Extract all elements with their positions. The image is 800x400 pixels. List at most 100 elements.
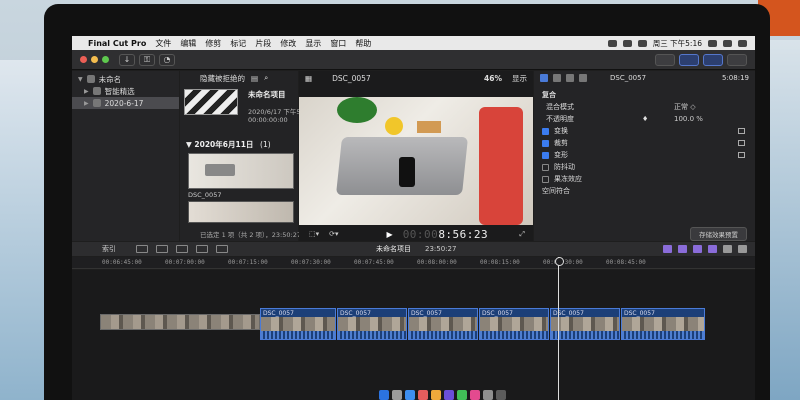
blend-mode-dropdown[interactable]: 正常 ◇	[674, 102, 696, 112]
index-button[interactable]: 索引	[102, 244, 116, 254]
search-icon[interactable]	[708, 39, 717, 47]
show-browser-toggle[interactable]	[655, 53, 675, 66]
show-timeline-toggle[interactable]	[679, 53, 699, 66]
audio-skimming-icon[interactable]	[678, 245, 687, 253]
opacity-value[interactable]: 100.0 %	[674, 115, 703, 123]
close-window-button[interactable]	[80, 56, 87, 63]
clip-thumbnail-second[interactable]	[188, 201, 294, 223]
background-tasks-icon[interactable]: ◔	[159, 53, 175, 66]
skimming-icon[interactable]	[663, 245, 672, 253]
playhead[interactable]	[555, 257, 564, 400]
photos-icon[interactable]	[417, 390, 428, 400]
inspector-row-opacity[interactable]: 不透明度 ♦ 100.0 %	[534, 113, 755, 125]
timeline-clip-selected[interactable]: DSC_0057	[408, 308, 478, 340]
final-cut-icon[interactable]	[443, 390, 454, 400]
fullscreen-icon[interactable]: ⤢	[519, 230, 525, 239]
menu-item-window[interactable]: 窗口	[330, 38, 346, 49]
overwrite-clip-icon[interactable]	[196, 245, 208, 253]
timeline-clip-selected[interactable]: DSC_0057	[550, 308, 620, 340]
menu-item-mark[interactable]: 标记	[230, 38, 246, 49]
video-frame[interactable]	[299, 97, 533, 225]
inspector-row-compositing[interactable]: 复合	[534, 89, 755, 101]
app-menu[interactable]: Final Cut Pro	[88, 39, 146, 48]
trash-icon[interactable]	[495, 390, 506, 400]
control-center-icon[interactable]	[738, 39, 747, 47]
headphones-icon[interactable]	[723, 245, 732, 253]
messages-icon[interactable]	[456, 390, 467, 400]
minimize-window-button[interactable]	[91, 56, 98, 63]
timeline-clip-selected[interactable]: DSC_0057	[337, 308, 407, 340]
audio-inspector-icon[interactable]	[566, 74, 574, 82]
clip-thumbnail[interactable]	[188, 153, 294, 189]
project-thumbnail[interactable]	[184, 89, 238, 115]
menu-item-edit[interactable]: 编辑	[180, 38, 196, 49]
inspector-row-distort[interactable]: 变形	[534, 149, 755, 161]
battery-icon[interactable]	[637, 39, 647, 47]
show-inspector-toggle[interactable]	[703, 53, 723, 66]
library-row[interactable]: ▼ 未命名	[72, 73, 179, 85]
keywords-icon[interactable]: ⚿	[139, 53, 155, 66]
solo-icon[interactable]	[693, 245, 702, 253]
airplay-icon[interactable]	[622, 39, 632, 47]
clip-appearance-icon[interactable]	[738, 245, 747, 253]
launchpad-icon[interactable]	[391, 390, 402, 400]
timeline-clip-selected[interactable]: DSC_0057	[479, 308, 549, 340]
info-inspector-icon[interactable]	[579, 74, 587, 82]
project-title[interactable]: 未命名项目	[248, 89, 286, 100]
zoom-dropdown[interactable]: 46%	[484, 74, 502, 83]
display-dropdown[interactable]: 显示	[512, 73, 527, 84]
timeline-clip-selected[interactable]: DSC_0057	[260, 308, 336, 340]
keyframe-icon[interactable]: ♦	[642, 115, 648, 123]
timecode-display[interactable]: 00:008:56:23	[403, 228, 488, 241]
menu-item-help[interactable]: 帮助	[355, 38, 371, 49]
safari-icon[interactable]	[404, 390, 415, 400]
menu-item-clip[interactable]: 片段	[255, 38, 271, 49]
stabilization-checkbox[interactable]	[542, 163, 549, 171]
menubar-clock[interactable]: 周三 下午5:16	[653, 38, 702, 49]
crop-checkbox[interactable]	[542, 139, 549, 147]
speed-tool-icon[interactable]: ⟳▾	[329, 230, 338, 238]
clip-appearance-icon[interactable]: ▤	[251, 74, 258, 83]
timeline-clip-selected[interactable]: DSC_0057	[621, 308, 705, 340]
clip-filter-dropdown[interactable]: 隐藏被拒绝的	[200, 73, 245, 84]
inspector-row-rolling-shutter[interactable]: 果冻效应	[534, 173, 755, 185]
transform-checkbox[interactable]	[542, 127, 549, 135]
timeline-area[interactable]: DSC_0057 DSC_0057 DSC_0057 DSC_0057 DSC_…	[72, 257, 755, 400]
snapping-icon[interactable]	[708, 245, 717, 253]
connect-clip-icon[interactable]	[136, 245, 148, 253]
disclosure-triangle-icon[interactable]: ▶	[84, 100, 89, 107]
insert-clip-icon[interactable]	[156, 245, 168, 253]
transform-onscreen-icon[interactable]	[738, 128, 745, 134]
video-inspector-icon[interactable]	[540, 74, 548, 82]
rolling-shutter-checkbox[interactable]	[542, 175, 549, 183]
timeline-ruler[interactable]: 00:06:45:00 00:07:00:00 00:07:15:00 00:0…	[72, 257, 755, 269]
event-row[interactable]: ▶ 2020-6-17	[72, 97, 179, 109]
play-button[interactable]: ▶	[387, 230, 393, 239]
siri-icon[interactable]	[723, 39, 732, 47]
inspector-row-transform[interactable]: 变换	[534, 125, 755, 137]
system-preferences-icon[interactable]	[482, 390, 493, 400]
distort-checkbox[interactable]	[542, 151, 549, 159]
menu-item-file[interactable]: 文件	[155, 38, 171, 49]
disclosure-triangle-icon[interactable]: ▼	[78, 76, 83, 83]
crop-onscreen-icon[interactable]	[738, 140, 745, 146]
save-effects-preset-button[interactable]: 存储效果预置	[690, 227, 747, 241]
menu-item-view[interactable]: 显示	[305, 38, 321, 49]
date-group-header[interactable]: ▼ 2020年6月11日 (1)	[186, 139, 271, 150]
smart-collections-row[interactable]: ▶ 智能精选	[72, 85, 179, 97]
timeline-clip[interactable]	[100, 314, 260, 330]
color-inspector-icon[interactable]	[553, 74, 561, 82]
menu-item-modify[interactable]: 修改	[280, 38, 296, 49]
music-icon[interactable]	[469, 390, 480, 400]
transform-tool-icon[interactable]: ⬚▾	[309, 230, 319, 238]
inspector-row-spatial-conform[interactable]: 空间符合	[534, 185, 755, 197]
finder-icon[interactable]	[378, 390, 389, 400]
distort-onscreen-icon[interactable]	[738, 152, 745, 158]
share-icon[interactable]	[727, 53, 747, 66]
zoom-window-button[interactable]	[102, 56, 109, 63]
wifi-icon[interactable]	[607, 39, 617, 47]
import-icon[interactable]: ↓	[119, 53, 135, 66]
menu-item-trim[interactable]: 修剪	[205, 38, 221, 49]
inspector-row-stabilization[interactable]: 防抖动	[534, 161, 755, 173]
disclosure-triangle-icon[interactable]: ▶	[84, 88, 89, 95]
